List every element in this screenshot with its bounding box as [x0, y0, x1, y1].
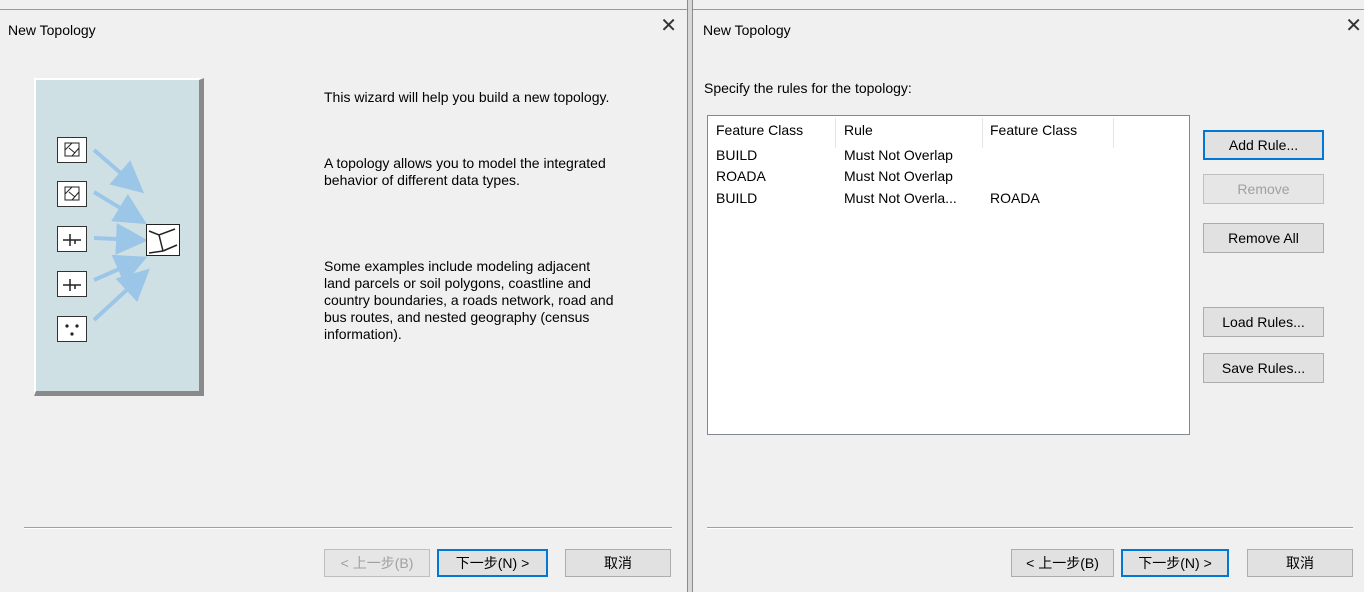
rules-prompt: Specify the rules for the topology: — [704, 80, 912, 96]
close-icon[interactable]: ✕ — [1345, 16, 1362, 36]
close-icon[interactable]: ✕ — [660, 16, 677, 36]
title-bar: New Topology ✕ — [0, 10, 687, 50]
cancel-button[interactable]: 取消 — [1247, 549, 1353, 577]
row-rule: Must Not Overlap — [844, 147, 953, 163]
polygon-layer-icon — [57, 181, 87, 207]
examples-paragraph: Some examples include modeling adjacent … — [324, 258, 614, 342]
add-rule-button[interactable]: Add Rule... — [1203, 130, 1324, 160]
row-feature-class: BUILD — [716, 190, 758, 206]
back-button[interactable]: < 上一步(B) — [1011, 549, 1114, 577]
row-rule: Must Not Overlap — [844, 168, 953, 184]
next-button[interactable]: 下一步(N) > — [437, 549, 548, 577]
rules-list[interactable]: Feature Class Rule Feature Class BUILD M… — [707, 115, 1190, 435]
polygon-layer-icon — [57, 137, 87, 163]
column-header-feature-class[interactable]: Feature Class — [716, 122, 803, 144]
new-topology-intro-dialog: New Topology ✕ This wizard will help you… — [0, 9, 687, 592]
new-topology-rules-dialog: New Topology ✕ Specify the rules for the… — [693, 9, 1364, 592]
row-feature-class: ROADA — [716, 168, 766, 184]
row-feature-class: BUILD — [716, 147, 758, 163]
line-layer-icon — [57, 271, 87, 297]
footer-divider — [24, 527, 672, 529]
next-button[interactable]: 下一步(N) > — [1121, 549, 1229, 577]
intro-paragraph: This wizard will help you build a new to… — [324, 89, 610, 105]
footer-divider — [707, 527, 1353, 529]
back-button[interactable]: < 上一步(B) — [324, 549, 430, 577]
remove-all-button[interactable]: Remove All — [1203, 223, 1324, 253]
column-header-rule[interactable]: Rule — [844, 122, 873, 144]
cancel-button[interactable]: 取消 — [565, 549, 671, 577]
title-bar: New Topology ✕ — [693, 10, 1364, 50]
dialog-title: New Topology — [8, 22, 96, 38]
topology-icon — [146, 224, 180, 256]
load-rules-button[interactable]: Load Rules... — [1203, 307, 1324, 337]
line-layer-icon — [57, 226, 87, 252]
save-rules-button[interactable]: Save Rules... — [1203, 353, 1324, 383]
topology-illustration — [34, 78, 204, 396]
dialog-title: New Topology — [703, 22, 791, 38]
point-layer-icon — [57, 316, 87, 342]
column-separator[interactable] — [1113, 118, 1114, 148]
column-separator[interactable] — [835, 118, 836, 148]
column-separator[interactable] — [982, 118, 983, 148]
remove-button[interactable]: Remove — [1203, 174, 1324, 204]
description-paragraph: A topology allows you to model the integ… — [324, 155, 606, 188]
row-rule: Must Not Overla... — [844, 190, 957, 206]
column-header-feature-class-2[interactable]: Feature Class — [990, 122, 1077, 144]
row-feature-class-2: ROADA — [990, 190, 1040, 206]
